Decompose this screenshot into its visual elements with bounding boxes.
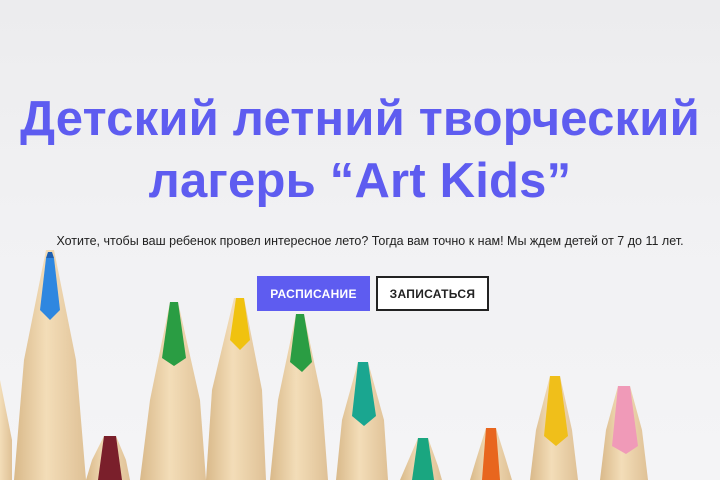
pencil-pink <box>600 386 648 480</box>
signup-button[interactable]: ЗАПИСАТЬСЯ <box>376 276 489 311</box>
pencil-blue <box>14 250 86 480</box>
title-line-2: лагерь “Art Kids” <box>148 154 572 208</box>
pencil-green <box>140 302 206 480</box>
pencil-yellow <box>206 298 266 480</box>
pencil-orange <box>470 428 512 480</box>
pencil-green <box>270 314 328 480</box>
title-line-1: Детский летний творческий <box>20 92 700 146</box>
hero-section: Детский летний творческий лагерь “Art Ki… <box>0 0 720 480</box>
pencil-teal <box>400 438 442 480</box>
pencil-teal <box>336 362 388 480</box>
pencil-dark-red <box>86 436 130 480</box>
page-title: Детский летний творческий лагерь “Art Ki… <box>0 88 720 212</box>
pencil <box>0 380 12 480</box>
hero-subtitle: Хотите, чтобы ваш ребенок провел интерес… <box>56 234 684 248</box>
pencil-yellow <box>530 376 578 480</box>
schedule-button[interactable]: РАСПИСАНИЕ <box>257 276 370 311</box>
